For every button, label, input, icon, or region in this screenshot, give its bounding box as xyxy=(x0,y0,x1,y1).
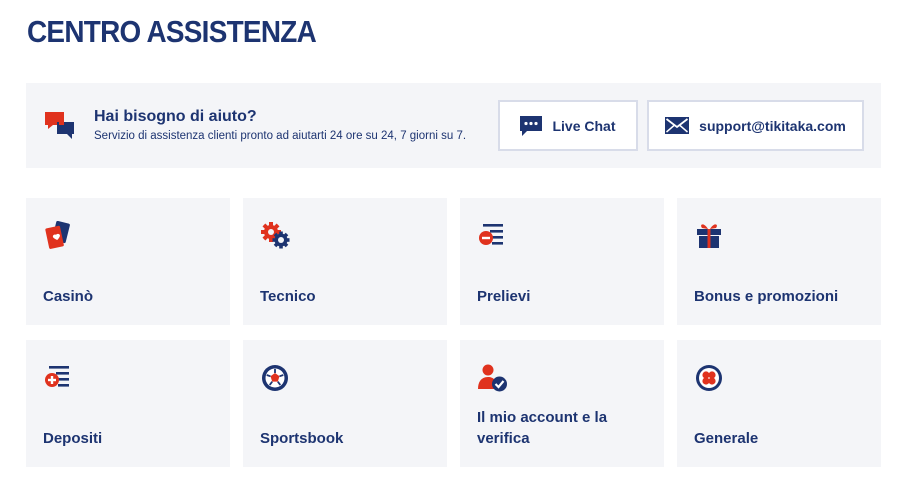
category-bonus[interactable]: Bonus e promozioni xyxy=(677,198,881,325)
help-title: Hai bisogno di aiuto? xyxy=(94,108,257,125)
playing-cards-icon xyxy=(43,220,73,251)
live-chat-label: Live Chat xyxy=(552,117,616,134)
category-generale[interactable]: Generale xyxy=(677,340,881,467)
category-casino[interactable]: Casinò xyxy=(26,198,230,325)
category-label: Tecnico xyxy=(260,288,316,305)
category-label: Bonus e promozioni xyxy=(694,288,839,305)
deposit-list-icon xyxy=(43,363,73,393)
help-banner: Hai bisogno di aiuto? Servizio di assist… xyxy=(26,83,881,168)
category-tecnico[interactable]: Tecnico xyxy=(243,198,447,325)
category-prelievi[interactable]: Prelievi xyxy=(460,198,664,325)
email-label: support@tikitaka.com xyxy=(699,117,846,134)
category-label: Depositi xyxy=(43,430,103,447)
category-sportsbook[interactable]: Sportsbook xyxy=(243,340,447,467)
help-subtitle: Servizio di assistenza clienti pronto ad… xyxy=(94,130,467,142)
football-icon xyxy=(260,363,290,393)
withdraw-list-icon xyxy=(477,221,507,251)
user-verified-icon xyxy=(477,363,507,393)
chat-bubbles-icon xyxy=(45,112,75,140)
category-account[interactable]: Il mio account e la verifica xyxy=(460,340,664,467)
category-label: Sportsbook xyxy=(260,430,344,447)
page-title: CENTRO ASSISTENZA xyxy=(27,14,317,49)
category-label: Casinò xyxy=(43,288,94,305)
gift-icon xyxy=(694,221,724,251)
chat-icon xyxy=(520,115,543,136)
category-label: Il mio account e la verifica xyxy=(477,409,608,447)
category-label: Generale xyxy=(694,430,759,447)
gears-icon xyxy=(260,221,290,251)
clover-icon xyxy=(694,363,724,393)
live-chat-button[interactable]: Live Chat xyxy=(498,100,638,151)
category-label: Prelievi xyxy=(477,288,531,305)
envelope-icon xyxy=(665,117,690,134)
category-depositi[interactable]: Depositi xyxy=(26,340,230,467)
email-support-button[interactable]: support@tikitaka.com xyxy=(647,100,864,151)
